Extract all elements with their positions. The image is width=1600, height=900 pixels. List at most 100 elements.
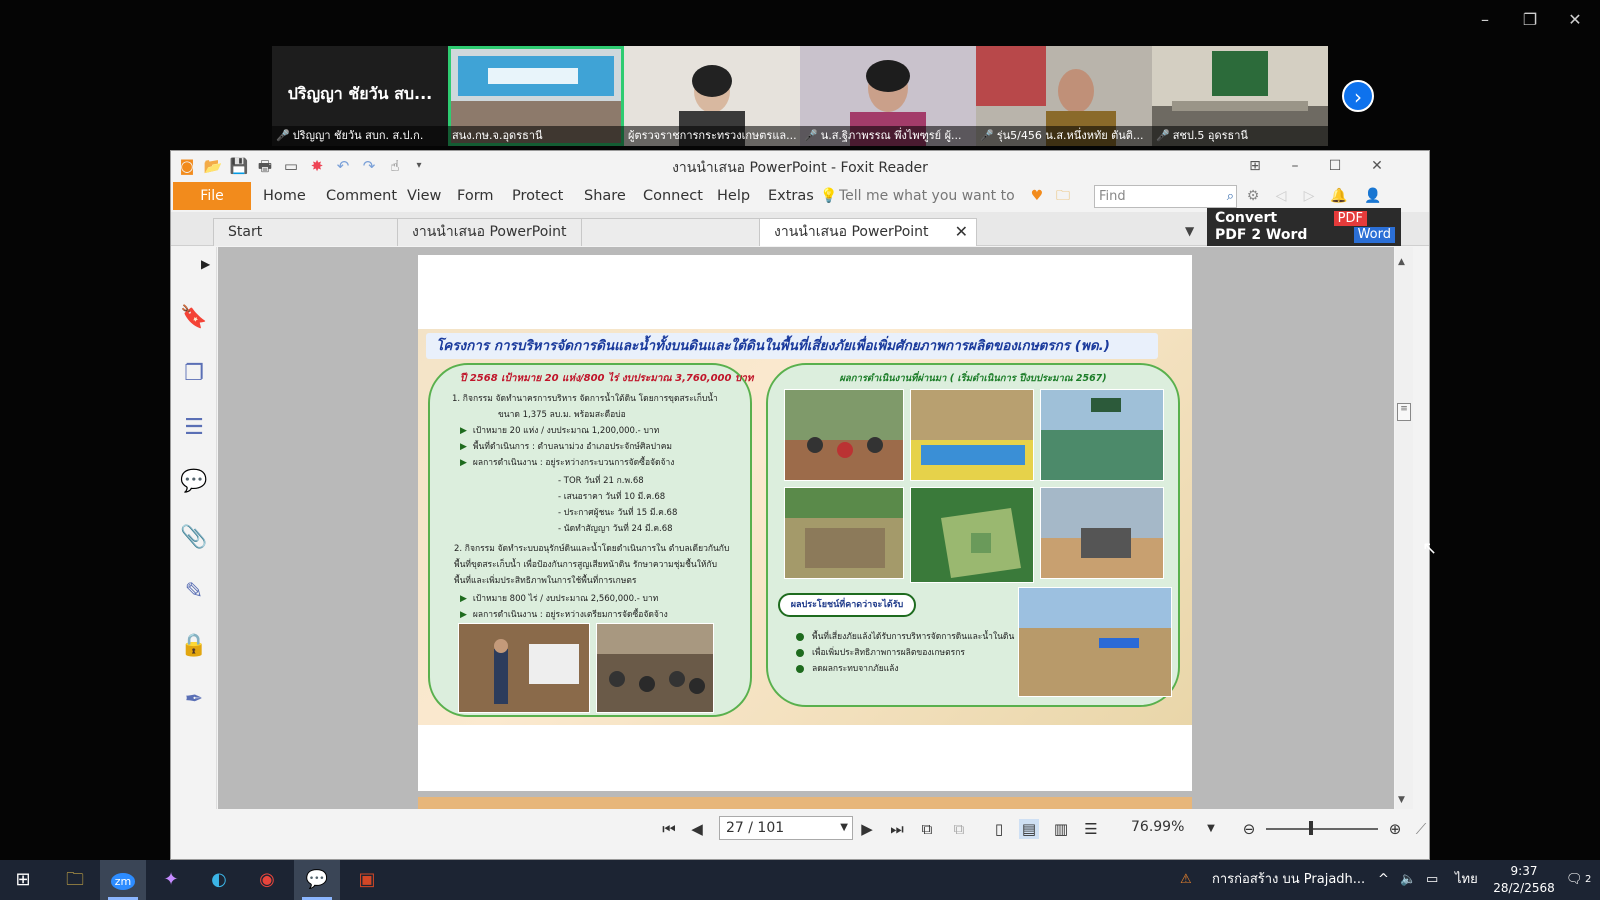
bookmark-icon[interactable]: 🔖 (179, 303, 209, 333)
close-tab-icon[interactable]: ✕ (955, 219, 968, 245)
start-windows-icon[interactable]: ⊞ (0, 860, 46, 900)
menu-comment[interactable]: Comment (326, 182, 397, 210)
date-line: - TOR วันที่ 21 ก.พ.68 (558, 476, 644, 486)
scroll-thumb[interactable]: ≡ (1397, 403, 1411, 421)
bell-icon[interactable]: 🔔 (1329, 186, 1349, 206)
zoom-level[interactable]: 76.99% (1131, 819, 1184, 835)
tab-list-dropdown-icon[interactable]: ▼ (1185, 224, 1194, 238)
document-view[interactable]: โครงการ การบริหารจัดการดินและน้ำทั้งบนดิ… (218, 247, 1394, 809)
zoom-close-button[interactable]: ✕ (1560, 8, 1590, 32)
participant-tile[interactable]: 🎤 รุ่น5/456 น.ส.หนึ่งหทัย ตันติ... (976, 46, 1152, 146)
tell-me-search[interactable]: Tell me what you want to (839, 182, 1019, 210)
file-explorer-icon[interactable]: 🗀 (52, 860, 98, 900)
vertical-scrollbar[interactable]: ▲ ≡ ▼ (1395, 247, 1413, 809)
tab-label: งานนำเสนอ PowerPoint (774, 224, 929, 240)
participant-tile[interactable]: ปริญญา ชัยวัน สบ... 🎤 ปริญญา ชัยวัน สบก. … (272, 46, 448, 146)
scroll-up-icon[interactable]: ▲ (1398, 257, 1405, 267)
copilot-icon[interactable]: ✦ (148, 860, 194, 900)
convert-pdf-ad[interactable]: Convert PDF 2 Word PDF Word (1207, 208, 1401, 246)
participant-name: รุ่น5/456 น.ส.หนึ่งหทัย ตันติ... (996, 129, 1144, 142)
next-view-icon[interactable]: ▷ (1299, 186, 1319, 206)
layers-icon[interactable]: ☰ (179, 413, 209, 443)
next-page-arrow-icon[interactable]: › (1342, 80, 1374, 112)
single-page-icon[interactable]: ▯ (989, 819, 1009, 839)
clock-date: 28/2/2568 (1493, 881, 1555, 895)
fit-width-icon[interactable]: ⧉ (949, 819, 969, 839)
page-thumbnails-icon[interactable]: ❐ (179, 359, 209, 389)
notification-warning-icon[interactable]: ⚠ (1180, 860, 1192, 900)
next-page-icon[interactable]: ▶ (857, 819, 877, 839)
mic-muted-icon: 🎤 (1156, 129, 1170, 142)
notification-center-icon[interactable]: 🗨 (1566, 860, 1583, 900)
participant-tile[interactable]: ผู้ตรวจราชการกระทรวงเกษตรแล... (624, 46, 800, 146)
scroll-down-icon[interactable]: ▼ (1398, 795, 1405, 805)
resize-grip-icon[interactable]: ⟋ (1411, 819, 1431, 839)
expand-panel-icon[interactable]: ▶ (201, 257, 210, 271)
find-input[interactable]: Find ⌕ (1094, 185, 1237, 208)
user-account-icon[interactable]: 👤 (1363, 186, 1383, 206)
zoom-slider[interactable] (1266, 828, 1378, 830)
page-dropdown-icon[interactable]: ▼ (840, 817, 848, 839)
zoom-out-icon[interactable]: ⊖ (1239, 819, 1259, 839)
left-panel: ปี 2568 เป้าหมาย 20 แห่ง/800 ไร่ งบประมา… (428, 363, 754, 717)
previous-page-icon[interactable]: ◀ (687, 819, 707, 839)
zoom-app-icon[interactable]: zm (100, 860, 146, 900)
menu-share[interactable]: Share (584, 182, 626, 210)
signatures-icon[interactable]: ✎ (179, 577, 209, 607)
participant-tile[interactable]: 🎤 น.ส.ฐิภาพรรณ พึ่งไพฑูรย์ ผู้... (800, 46, 976, 146)
security-lock-icon[interactable]: 🔒 (179, 631, 209, 661)
tab-document-active[interactable]: งานนำเสนอ PowerPoint ✕ (759, 218, 977, 246)
tab-start[interactable]: Start (213, 218, 403, 246)
title-bar: ◙ 📂 💾 🖶 ▭ ✸ ↶ ↷ ☝ ▾ งานนำเสนอ PowerPoint… (171, 151, 1429, 181)
mic-muted-icon: 🎤 (276, 129, 290, 142)
attachments-icon[interactable]: 📎 (179, 523, 209, 553)
volume-icon[interactable]: 🔈 (1400, 860, 1416, 900)
network-icon[interactable]: ▭ (1426, 860, 1438, 900)
zoom-restore-button[interactable]: ❐ (1515, 8, 1545, 32)
menu-protect[interactable]: Protect (512, 182, 563, 210)
comments-icon[interactable]: 💬 (179, 467, 209, 497)
previous-view-icon[interactable]: ◁ (1271, 186, 1291, 206)
facing-page-icon[interactable]: ▥ (1051, 819, 1071, 839)
menu-extras[interactable]: Extras (768, 182, 814, 210)
notification-text[interactable]: การก่อสร้าง บน Prajadh... (1212, 860, 1365, 900)
menu-home[interactable]: Home (263, 182, 306, 210)
chrome-browser-icon[interactable]: ◉ (244, 860, 290, 900)
close-button[interactable]: ✕ (1363, 155, 1391, 177)
continuous-facing-icon[interactable]: ☰ (1081, 819, 1101, 839)
settings-gear-icon[interactable]: ⚙ (1243, 186, 1263, 206)
line-app-icon[interactable]: 💬 (294, 860, 340, 900)
zoom-slider-thumb[interactable] (1308, 821, 1313, 835)
language-indicator[interactable]: ไทย (1455, 860, 1478, 900)
menu-help[interactable]: Help (717, 182, 750, 210)
continuous-page-icon[interactable]: ▤ (1019, 819, 1039, 839)
last-page-icon[interactable]: ⏭ (887, 819, 907, 839)
tab-document[interactable]: งานนำเสนอ PowerPoint (397, 218, 583, 246)
zoom-dropdown-icon[interactable]: ▼ (1201, 819, 1221, 839)
participant-tile-active[interactable]: สนง.กษ.จ.อุดรธานี (448, 46, 624, 146)
layout-grid-icon[interactable]: ⊞ (1241, 155, 1269, 177)
minimize-button[interactable]: – (1281, 155, 1309, 177)
menu-connect[interactable]: Connect (643, 182, 703, 210)
zoom-minimize-button[interactable]: – (1470, 8, 1500, 32)
participant-tile[interactable]: 🎤 สชป.5 อุดรธานี (1152, 46, 1328, 146)
file-menu-button[interactable]: File (173, 182, 251, 210)
edge-browser-icon[interactable]: ◐ (196, 860, 242, 900)
digital-signature-icon[interactable]: ✒ (179, 685, 209, 715)
fit-page-icon[interactable]: ⧉ (917, 819, 937, 839)
page-number-input[interactable]: 27 / 101 ▼ (719, 816, 853, 840)
system-clock[interactable]: 9:37 28/2/2568 (1484, 863, 1564, 897)
maximize-button[interactable]: ☐ (1321, 155, 1349, 177)
powerpoint-icon[interactable]: ▣ (344, 860, 390, 900)
folder-search-icon[interactable]: 🗀 (1053, 186, 1073, 206)
show-hidden-icons-icon[interactable]: ^ (1378, 860, 1389, 900)
first-page-icon[interactable]: ⏮ (659, 819, 679, 839)
heart-icon[interactable]: ♥ (1027, 186, 1047, 206)
menu-form[interactable]: Form (457, 182, 494, 210)
navigation-sidebar: ▶ 🔖 ❐ ☰ 💬 📎 ✎ 🔒 ✒ (171, 247, 217, 809)
menu-view[interactable]: View (407, 182, 441, 210)
tab-blank[interactable] (581, 218, 763, 246)
search-icon[interactable]: ⌕ (1227, 186, 1234, 207)
zoom-in-icon[interactable]: ⊕ (1385, 819, 1405, 839)
activity-2-bullet: ▶ เป้าหมาย 800 ไร่ / งบประมาณ 2,560,000.-… (460, 594, 659, 604)
